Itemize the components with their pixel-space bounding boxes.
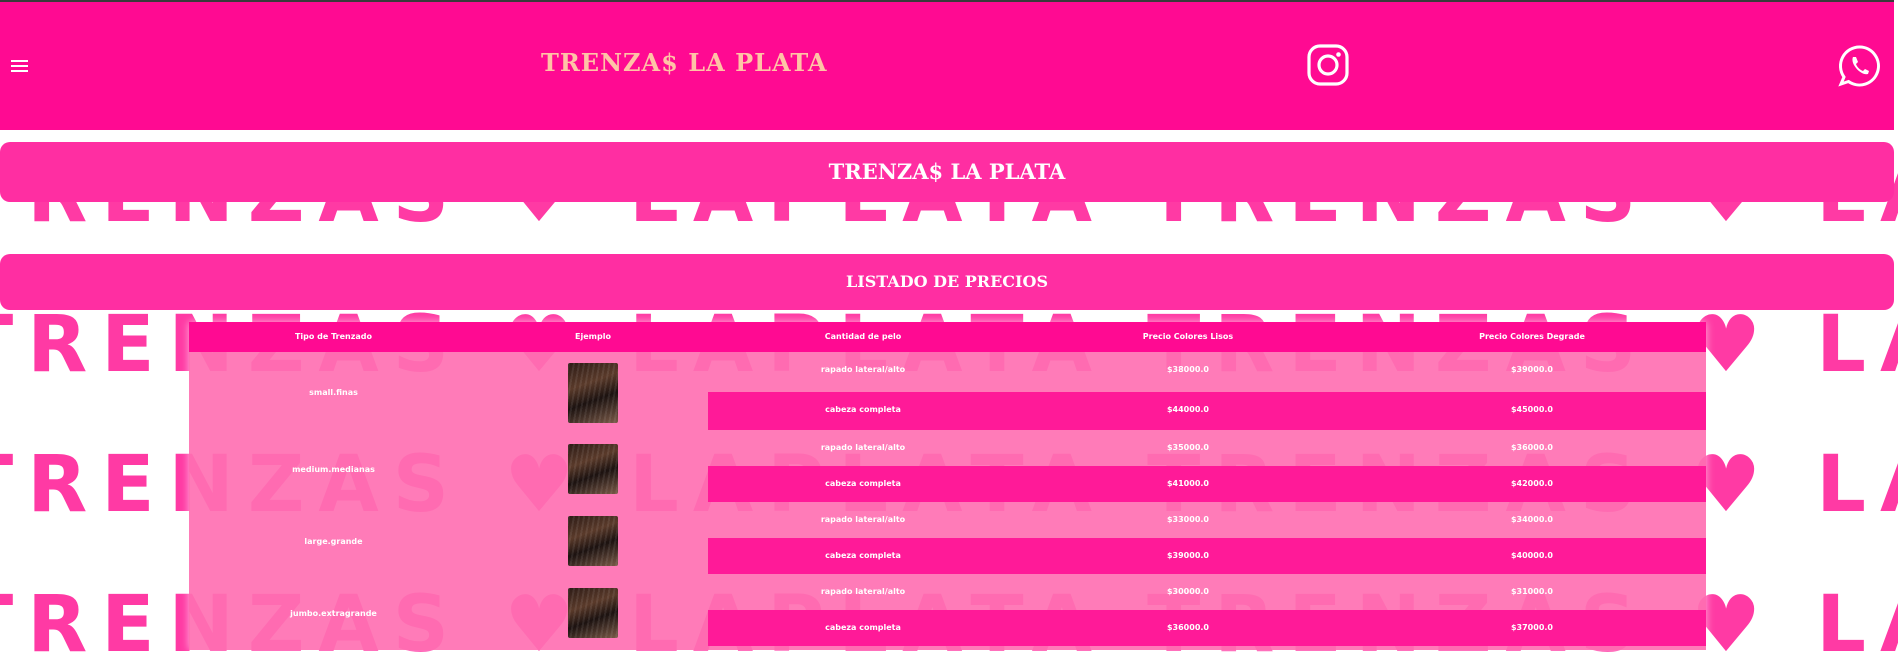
price-gradient-cell: $42000.0 xyxy=(1510,479,1553,488)
braid-example-image xyxy=(568,444,618,494)
table-row: cabeza completa $44000.0 $45000.0 xyxy=(708,392,1706,430)
braid-example-image xyxy=(568,588,618,638)
header-price-solid: Precio Colores Lisos xyxy=(1142,332,1234,341)
table-header-row: Tipo de Trenzado Ejemplo Cantidad de pel… xyxy=(189,322,1706,352)
price-solid-cell: $36000.0 xyxy=(1166,623,1209,632)
braid-example-image xyxy=(568,363,618,423)
table-row: rapado lateral/alto $30000.0 $31000.0 xyxy=(708,574,1706,610)
price-gradient-cell: $36000.0 xyxy=(1510,443,1553,452)
table-row: rapado lateral/alto $35000.0 $36000.0 xyxy=(708,430,1706,466)
table-row: rapado lateral/alto $33000.0 $34000.0 xyxy=(708,502,1706,538)
price-solid-cell: $38000.0 xyxy=(1166,365,1209,374)
braid-type-cell: jumbo.extragrande xyxy=(290,609,377,618)
hair-amount-cell: rapado lateral/alto xyxy=(820,515,906,524)
header-hair-amount: Cantidad de pelo xyxy=(824,332,902,341)
price-solid-cell: $44000.0 xyxy=(1166,405,1209,414)
price-gradient-cell: $34000.0 xyxy=(1510,515,1553,524)
hair-amount-cell: rapado lateral/alto xyxy=(820,365,906,374)
hair-amount-cell: rapado lateral/alto xyxy=(820,587,906,596)
price-gradient-cell: $40000.0 xyxy=(1510,551,1553,560)
top-navbar: TRENZA$ LA PLATA xyxy=(0,0,1894,130)
table-row: cabeza completa $36000.0 $37000.0 xyxy=(708,610,1706,646)
brand-logo-text[interactable]: TRENZA$ LA PLATA xyxy=(541,48,827,77)
page-title-banner: TRENZA$ LA PLATA xyxy=(0,142,1894,202)
price-solid-cell: $33000.0 xyxy=(1166,515,1209,524)
instagram-icon[interactable] xyxy=(1307,44,1349,86)
price-solid-cell: $41000.0 xyxy=(1166,479,1209,488)
price-table: Tipo de Trenzado Ejemplo Cantidad de pel… xyxy=(189,322,1706,650)
hair-amount-cell: cabeza completa xyxy=(825,479,901,488)
price-solid-cell: $39000.0 xyxy=(1166,551,1209,560)
price-solid-cell: $35000.0 xyxy=(1166,443,1209,452)
braid-type-cell: small.finas xyxy=(309,388,358,397)
hair-amount-cell: rapado lateral/alto xyxy=(820,443,906,452)
braid-type-cell: large.grande xyxy=(304,537,363,546)
whatsapp-icon[interactable] xyxy=(1838,44,1882,88)
price-gradient-cell: $39000.0 xyxy=(1510,365,1553,374)
table-row: rapado lateral/alto $38000.0 $39000.0 xyxy=(708,352,1706,388)
table-row: cabeza completa $39000.0 $40000.0 xyxy=(708,538,1706,574)
braid-type-cell: medium.medianas xyxy=(292,465,375,474)
price-gradient-cell: $45000.0 xyxy=(1510,405,1553,414)
header-example: Ejemplo xyxy=(575,332,611,341)
header-price-gradient: Precio Colores Degrade xyxy=(1479,332,1585,341)
braid-example-image xyxy=(568,516,618,566)
hair-amount-cell: cabeza completa xyxy=(825,551,901,560)
hamburger-menu-icon[interactable] xyxy=(11,60,28,73)
hair-amount-cell: cabeza completa xyxy=(825,623,901,632)
price-gradient-cell: $37000.0 xyxy=(1510,623,1553,632)
price-list-banner: LISTADO DE PRECIOS xyxy=(0,254,1894,310)
hair-amount-cell: cabeza completa xyxy=(825,405,901,414)
header-braid-type: Tipo de Trenzado xyxy=(294,332,373,341)
price-gradient-cell: $31000.0 xyxy=(1510,587,1553,596)
table-row: cabeza completa $41000.0 $42000.0 xyxy=(708,466,1706,502)
price-solid-cell: $30000.0 xyxy=(1166,587,1209,596)
